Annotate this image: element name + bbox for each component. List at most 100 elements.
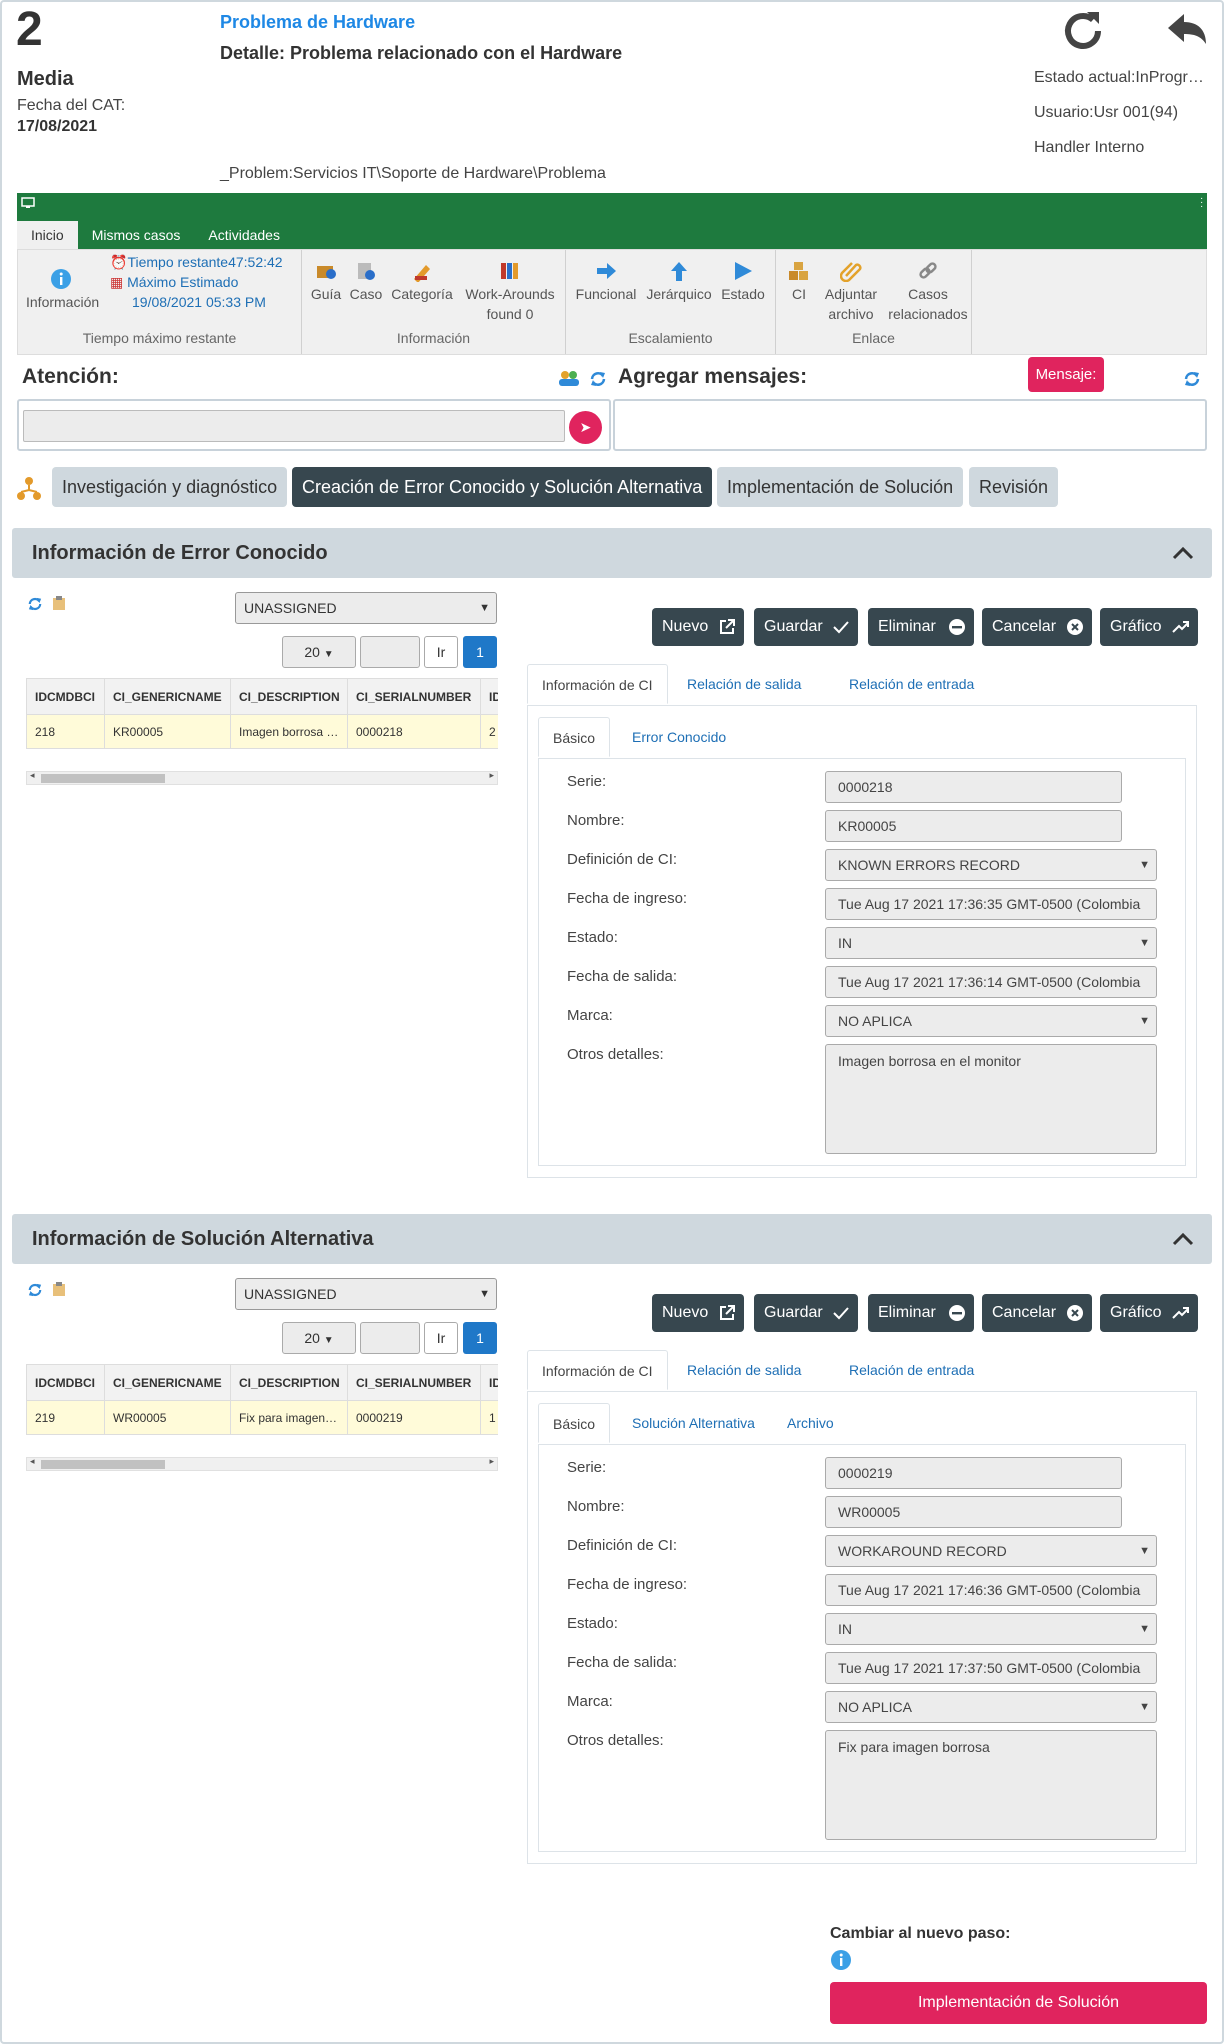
step-investigation[interactable]: Investigación y diagnóstico: [52, 467, 288, 507]
brand-select[interactable]: NO APLICA ▼: [825, 1691, 1157, 1723]
message-button[interactable]: Mensaje:: [1028, 357, 1104, 392]
exit-date-field[interactable]: Tue Aug 17 2021 17:37:50 GMT-0500 (Colom…: [825, 1652, 1157, 1684]
ci-definition-select[interactable]: KNOWN ERRORS RECORD ▼: [825, 849, 1157, 881]
assignment-filter[interactable]: UNASSIGNED ▼: [235, 592, 497, 624]
page-1-button[interactable]: 1: [463, 1322, 497, 1354]
page-number-input[interactable]: [360, 1322, 420, 1354]
save-button[interactable]: Guardar: [754, 1294, 858, 1332]
col-genericname[interactable]: CI_GENERICNAME: [104, 1364, 231, 1401]
scroll-right-icon[interactable]: ▸: [489, 1456, 494, 1467]
col-idcmdbci[interactable]: IDCMDBCI: [26, 678, 105, 715]
status-select[interactable]: IN ▼: [825, 1613, 1157, 1645]
subtab-workaround[interactable]: Solución Alternativa: [618, 1403, 769, 1443]
exit-date-field[interactable]: Tue Aug 17 2021 17:36:14 GMT-0500 (Colom…: [825, 966, 1157, 998]
grid-refresh-icon[interactable]: [28, 596, 42, 612]
problem-title[interactable]: Problema de Hardware: [220, 12, 415, 33]
next-step-button[interactable]: Implementación de Solución: [830, 1982, 1207, 2024]
page-size-select[interactable]: 20 ▼: [282, 636, 356, 668]
related-cases-button[interactable]: Casos relacionados: [886, 260, 970, 324]
tab-outgoing-relation[interactable]: Relación de salida: [673, 664, 815, 704]
scrollbar-thumb[interactable]: [41, 774, 165, 783]
table-row[interactable]: 218 KR00005 Imagen borrosa … 0000218 2: [26, 714, 498, 749]
scrollbar-thumb[interactable]: [41, 1460, 165, 1469]
functional-button[interactable]: Funcional: [574, 260, 638, 304]
back-icon[interactable]: [1164, 8, 1210, 54]
scroll-left-icon[interactable]: ◂: [30, 770, 35, 781]
attention-refresh-icon[interactable]: [590, 370, 606, 388]
serie-field[interactable]: 0000218: [825, 771, 1122, 803]
page-size-select[interactable]: 20 ▼: [282, 1322, 356, 1354]
attention-input[interactable]: [23, 410, 565, 442]
col-serialnumber[interactable]: CI_SERIALNUMBER: [347, 678, 481, 715]
col-idcmdbci[interactable]: IDCMDBCI: [26, 1364, 105, 1401]
go-button[interactable]: Ir: [424, 636, 458, 668]
subtab-basic[interactable]: Básico: [538, 717, 611, 757]
case-button[interactable]: Caso: [348, 260, 384, 304]
col-id[interactable]: ID: [480, 678, 498, 715]
tab-incoming-relation[interactable]: Relación de entrada: [835, 664, 988, 704]
scroll-right-icon[interactable]: ▸: [489, 770, 494, 781]
subtab-basic[interactable]: Básico: [538, 1403, 611, 1443]
known-error-header[interactable]: Información de Error Conocido: [12, 528, 1212, 578]
ci-button[interactable]: CI: [784, 260, 814, 304]
info-icon[interactable]: [830, 1949, 852, 1971]
message-input[interactable]: [613, 399, 1207, 451]
col-serialnumber[interactable]: CI_SERIALNUMBER: [347, 1364, 481, 1401]
tab-actividades[interactable]: Actividades: [194, 221, 294, 249]
info-button[interactable]: Información: [26, 268, 99, 312]
grid-scrollbar[interactable]: ◂ ▸: [26, 1456, 498, 1471]
guide-button[interactable]: Guía: [308, 260, 344, 304]
scroll-left-icon[interactable]: ◂: [30, 1456, 35, 1467]
subtab-file[interactable]: Archivo: [773, 1403, 848, 1443]
chevron-up-icon[interactable]: [1172, 542, 1194, 564]
col-description[interactable]: CI_DESCRIPTION: [230, 678, 348, 715]
clipboard-icon[interactable]: [52, 595, 66, 611]
grid-refresh-icon[interactable]: [28, 1282, 42, 1298]
step-known-error[interactable]: Creación de Error Conocido y Solución Al…: [292, 467, 713, 507]
refresh-icon[interactable]: [1060, 8, 1106, 54]
other-details-textarea[interactable]: Imagen borrosa en el monitor: [825, 1044, 1157, 1154]
chart-button[interactable]: Gráfico: [1100, 1294, 1198, 1332]
go-button[interactable]: Ir: [424, 1322, 458, 1354]
col-genericname[interactable]: CI_GENERICNAME: [104, 678, 231, 715]
tab-outgoing-relation[interactable]: Relación de salida: [673, 1350, 815, 1390]
ribbon-menu-icon[interactable]: ...: [1200, 192, 1203, 210]
serie-field[interactable]: 0000219: [825, 1457, 1122, 1489]
workarounds-button[interactable]: Work-Arounds found 0: [462, 260, 558, 324]
subtab-known-error[interactable]: Error Conocido: [618, 717, 740, 757]
col-id[interactable]: ID: [480, 1364, 498, 1401]
table-row[interactable]: 219 WR00005 Fix para imagen… 0000219 1: [26, 1400, 498, 1435]
new-button[interactable]: Nuevo: [652, 608, 744, 646]
col-description[interactable]: CI_DESCRIPTION: [230, 1364, 348, 1401]
messages-refresh-icon[interactable]: [1184, 370, 1200, 388]
new-button[interactable]: Nuevo: [652, 1294, 744, 1332]
save-button[interactable]: Guardar: [754, 608, 858, 646]
entry-date-field[interactable]: Tue Aug 17 2021 17:46:36 GMT-0500 (Colom…: [825, 1574, 1157, 1606]
other-details-textarea[interactable]: Fix para imagen borrosa: [825, 1730, 1157, 1840]
name-field[interactable]: WR00005: [825, 1496, 1122, 1528]
attach-button[interactable]: Adjuntar archivo: [818, 260, 884, 324]
clipboard-icon[interactable]: [52, 1281, 66, 1297]
chart-button[interactable]: Gráfico: [1100, 608, 1198, 646]
status-select[interactable]: IN ▼: [825, 927, 1157, 959]
entry-date-field[interactable]: Tue Aug 17 2021 17:36:35 GMT-0500 (Colom…: [825, 888, 1157, 920]
chevron-up-icon[interactable]: [1172, 1228, 1194, 1250]
page-number-input[interactable]: [360, 636, 420, 668]
step-implementation[interactable]: Implementación de Solución: [717, 467, 964, 507]
cancel-button[interactable]: Cancelar: [982, 1294, 1092, 1332]
workaround-header[interactable]: Información de Solución Alternativa: [12, 1214, 1212, 1264]
tab-incoming-relation[interactable]: Relación de entrada: [835, 1350, 988, 1390]
category-button[interactable]: Categoría: [388, 260, 456, 304]
delete-button[interactable]: Eliminar: [868, 1294, 974, 1332]
tab-ci-info[interactable]: Información de CI: [527, 664, 668, 704]
delete-button[interactable]: Eliminar: [868, 608, 974, 646]
tab-ci-info[interactable]: Información de CI: [527, 1350, 668, 1390]
send-button[interactable]: ➤: [569, 411, 602, 444]
step-review[interactable]: Revisión: [969, 467, 1059, 507]
hierarchical-button[interactable]: Jerárquico: [644, 260, 714, 304]
grid-scrollbar[interactable]: ◂ ▸: [26, 770, 498, 785]
brand-select[interactable]: NO APLICA ▼: [825, 1005, 1157, 1037]
status-button[interactable]: Estado: [718, 260, 768, 304]
users-icon[interactable]: [558, 369, 580, 387]
tab-mismos-casos[interactable]: Mismos casos: [78, 221, 195, 249]
